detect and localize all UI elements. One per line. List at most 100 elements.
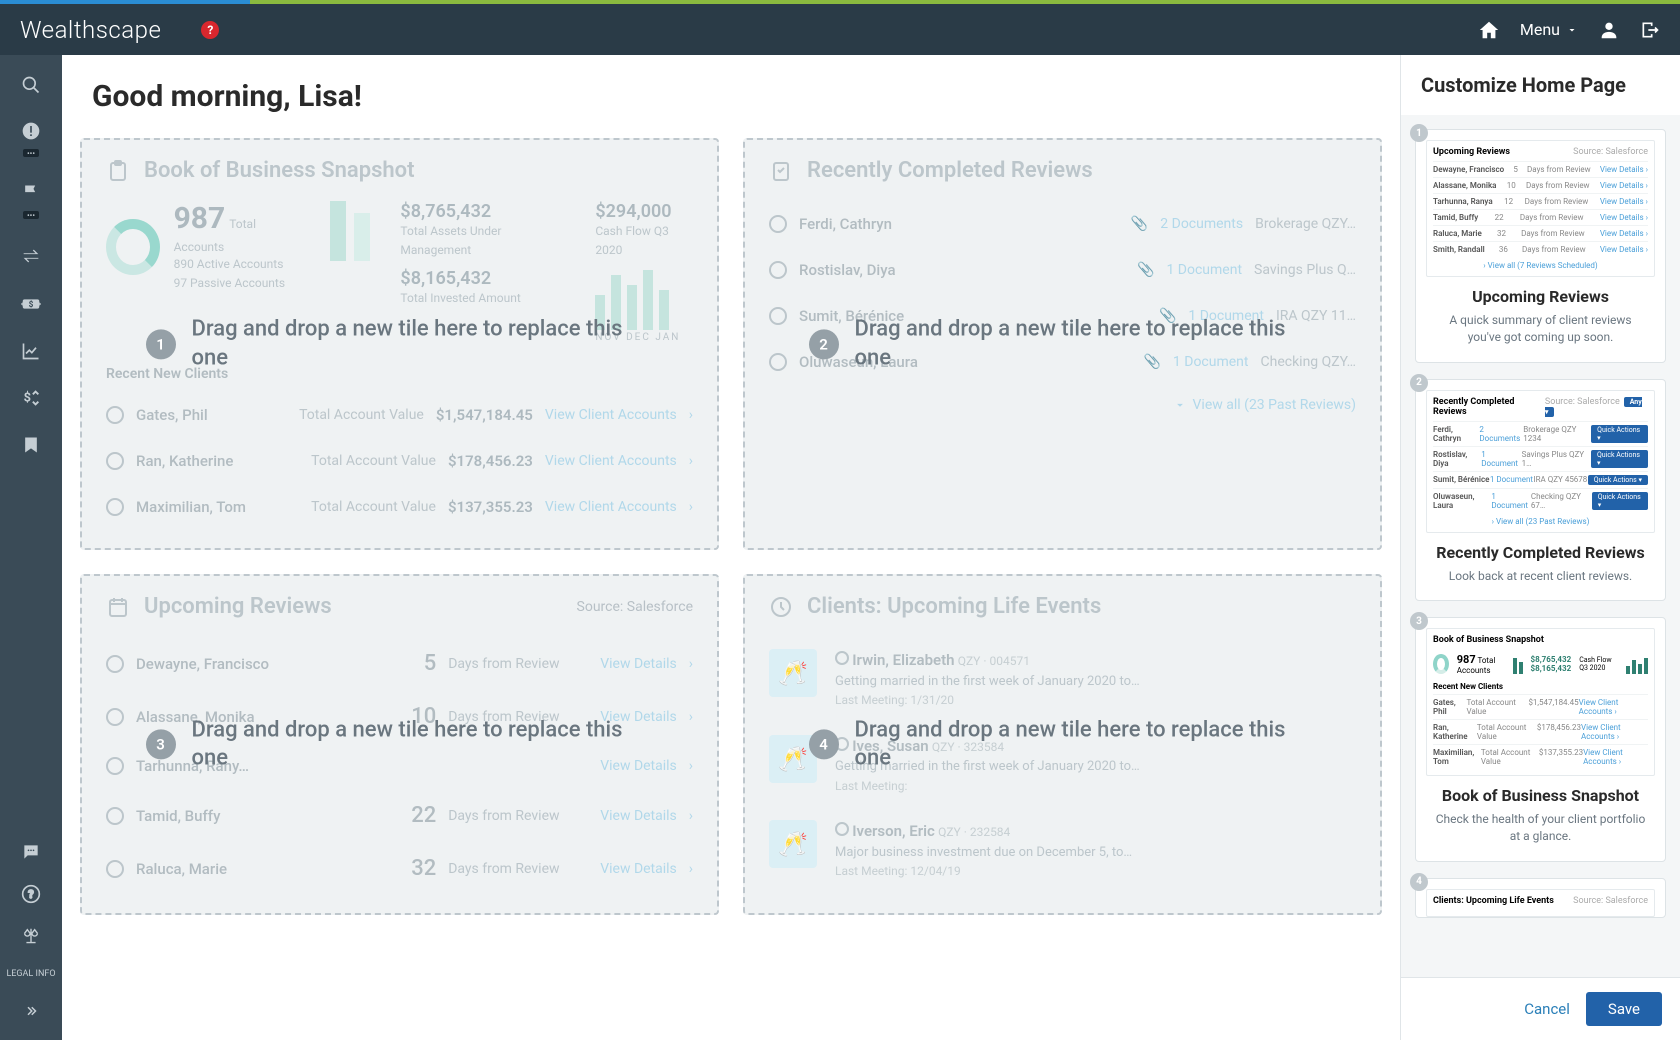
drop-hint: Drag and drop a new tile here to replace… (855, 716, 1317, 773)
event-row: 🥂 Iverson, Eric QZY · 232584Major busine… (769, 808, 1356, 894)
alert-more-icon[interactable]: ••• (23, 149, 39, 157)
tile-title: Clients: Upcoming Life Events (807, 594, 1101, 619)
tile-number-badge: 3 (146, 730, 176, 760)
tile-number-badge: 4 (809, 730, 839, 760)
widget-card-book[interactable]: 3 Book of Business Snapshot 987 Total Ac… (1415, 617, 1666, 862)
menu-dropdown[interactable]: Menu (1520, 20, 1578, 39)
help-icon[interactable]: ? (21, 884, 41, 904)
passive-accounts: 97 Passive Accounts (174, 274, 301, 293)
svg-text:$: $ (24, 391, 31, 406)
event-row: 🥂 Irwin, Elizabeth QZY · 004571Getting m… (769, 637, 1356, 723)
person-icon (106, 452, 124, 470)
panel-title: Customize Home Page (1401, 55, 1680, 115)
logout-icon[interactable] (1640, 20, 1660, 40)
user-icon[interactable] (1598, 19, 1620, 41)
expand-sidebar-icon[interactable] (22, 1002, 40, 1020)
drop-hint: Drag and drop a new tile here to replace… (192, 716, 654, 773)
widget-card-events[interactable]: 4 Clients: Upcoming Life EventsSource: S… (1415, 878, 1666, 918)
help-badge-icon[interactable]: ? (201, 21, 219, 39)
invested-label: Total Invested Amount (400, 289, 565, 308)
tile-title: Recently Completed Reviews (807, 158, 1093, 183)
money-icon[interactable]: $ (20, 293, 42, 315)
card-thumbnail: Clients: Upcoming Life EventsSource: Sal… (1426, 889, 1655, 917)
upcoming-row: Dewayne, Francisco5Days from ReviewView … (106, 637, 693, 690)
exchange-icon[interactable]: $ (20, 387, 42, 409)
active-accounts: 890 Active Accounts (174, 255, 301, 274)
person-icon (769, 261, 787, 279)
chart-icon[interactable] (21, 341, 41, 361)
left-sidebar: ••• ••• $ $ ? LEGAL INFO (0, 55, 62, 1040)
brand-logo: Wealthscape (20, 16, 161, 44)
search-icon[interactable] (21, 75, 41, 95)
tile-upcoming-reviews[interactable]: Upcoming Reviews Source: Salesforce Dewa… (80, 574, 719, 915)
page-greeting: Good morning, Lisa! (62, 55, 1400, 138)
cheers-icon: 🥂 (769, 649, 817, 697)
person-icon (106, 860, 124, 878)
alert-icon[interactable] (21, 121, 41, 141)
cheers-icon: 🥂 (769, 820, 817, 868)
flag-more-icon[interactable]: ••• (23, 211, 39, 219)
review-row: Ferdi, Cathryn📎2 DocumentsBrokerage QZY… (769, 201, 1356, 247)
card-thumbnail: Book of Business Snapshot 987 Total Acco… (1426, 628, 1655, 776)
tile-number-badge: 1 (146, 329, 176, 359)
chat-icon[interactable] (21, 842, 41, 862)
legal-icon[interactable] (20, 926, 42, 948)
assets-label: Total Assets Under Management (400, 222, 565, 260)
chevron-down-icon (1173, 398, 1187, 412)
card-thumbnail: Upcoming ReviewsSource: Salesforce Deway… (1426, 140, 1655, 277)
svg-text:?: ? (28, 888, 33, 901)
cashflow-amount: $294,000 (595, 201, 693, 222)
review-row: Rostislav, Diya📎1 DocumentSavings Plus Q… (769, 247, 1356, 293)
card-description: Check the health of your client portfoli… (1426, 811, 1655, 851)
drop-hint: Drag and drop a new tile here to replace… (855, 316, 1317, 373)
card-number-badge: 2 (1410, 374, 1428, 392)
card-number-badge: 3 (1410, 612, 1428, 630)
tile-completed-reviews[interactable]: Recently Completed Reviews Ferdi, Cathry… (743, 138, 1382, 550)
card-title: Upcoming Reviews (1426, 287, 1655, 306)
upcoming-row: Raluca, Marie32Days from ReviewView Deta… (106, 842, 693, 895)
card-thumbnail: Recently Completed ReviewsSource: Salesf… (1426, 390, 1655, 533)
widget-card-completed[interactable]: 2 Recently Completed ReviewsSource: Sale… (1415, 379, 1666, 602)
client-row: Ran, KatherineTotal Account Value$178,45… (106, 438, 693, 484)
legal-label: LEGAL INFO (6, 970, 55, 980)
chevron-down-icon (1566, 24, 1578, 36)
person-icon (106, 757, 124, 775)
person-icon (769, 215, 787, 233)
person-icon (106, 498, 124, 516)
transfer-icon[interactable] (20, 245, 42, 267)
person-icon (106, 708, 124, 726)
card-title: Recently Completed Reviews (1426, 543, 1655, 562)
cashflow-label: Cash Flow Q3 2020 (595, 222, 693, 260)
main-content: Good morning, Lisa! Book of Business Sna… (62, 55, 1400, 1040)
donut-chart-icon (106, 219, 160, 275)
bookmark-icon[interactable] (21, 435, 41, 455)
clipboard-icon (106, 159, 130, 183)
client-row: Maximilian, TomTotal Account Value$137,3… (106, 484, 693, 530)
client-row: Gates, PhilTotal Account Value$1,547,184… (106, 392, 693, 438)
invested-amount: $8,165,432 (400, 268, 565, 289)
cancel-button[interactable]: Cancel (1524, 1000, 1570, 1018)
card-title: Book of Business Snapshot (1426, 786, 1655, 805)
home-icon[interactable] (1478, 19, 1500, 41)
upcoming-row: Tamid, Buffy22Days from ReviewView Detai… (106, 789, 693, 842)
clock-icon (769, 595, 793, 619)
checklist-icon (769, 159, 793, 183)
svg-text:$: $ (29, 299, 34, 310)
tile-life-events[interactable]: Clients: Upcoming Life Events 🥂 Irwin, E… (743, 574, 1382, 915)
card-description: Look back at recent client reviews. (1426, 568, 1655, 591)
tile-title: Upcoming Reviews (144, 594, 332, 619)
assets-amount: $8,765,432 (400, 201, 565, 222)
tile-book-of-business[interactable]: Book of Business Snapshot 987 Total Acco… (80, 138, 719, 550)
calendar-icon (106, 595, 130, 619)
person-icon (106, 655, 124, 673)
person-icon (769, 353, 787, 371)
view-all-link: View all (23 Past Reviews) (769, 385, 1356, 425)
top-bar: Wealthscape ? Menu (0, 0, 1680, 55)
card-number-badge: 4 (1410, 873, 1428, 891)
tile-title: Book of Business Snapshot (144, 158, 415, 183)
flag-icon[interactable] (21, 183, 41, 203)
card-description: A quick summary of client reviews you've… (1426, 312, 1655, 352)
save-button[interactable]: Save (1586, 992, 1662, 1026)
widget-card-upcoming[interactable]: 1 Upcoming ReviewsSource: Salesforce Dew… (1415, 129, 1666, 363)
panel-footer: Cancel Save (1401, 977, 1680, 1040)
